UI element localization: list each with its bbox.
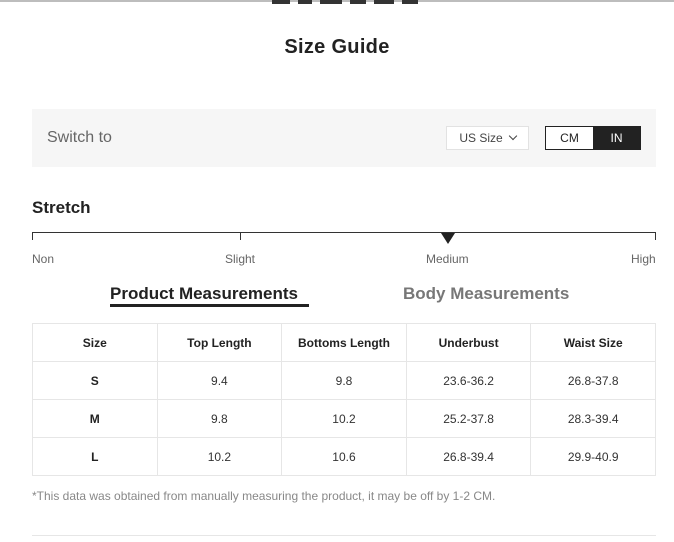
stretch-label-medium: Medium: [426, 252, 469, 266]
table-header-row: Size Top Length Bottoms Length Underbust…: [32, 323, 656, 362]
unit-switch-bar: Switch to US Size CM IN: [32, 109, 656, 167]
header-size: Size: [32, 323, 158, 362]
stretch-title: Stretch: [32, 198, 91, 217]
cell-top-length: 10.2: [156, 437, 283, 476]
cell-bottoms-length: 10.2: [281, 399, 407, 438]
table-row: L 10.2 10.6 26.8-39.4 29.9-40.9: [32, 437, 656, 476]
tab-product-measurements[interactable]: Product Measurements: [110, 284, 298, 304]
tab-body-measurements[interactable]: Body Measurements: [403, 284, 569, 304]
header-bottoms-length: Bottoms Length: [281, 323, 407, 362]
cell-top-length: 9.4: [156, 361, 283, 400]
measurements-table: Size Top Length Bottoms Length Underbust…: [32, 323, 656, 476]
cell-size: L: [32, 437, 158, 476]
page-title: Size Guide: [284, 36, 390, 58]
measurement-disclaimer: *This data was obtained from manually me…: [32, 489, 496, 503]
switch-label: Switch to: [47, 129, 112, 146]
stretch-scale-line: [32, 232, 656, 233]
unit-cm-button[interactable]: CM: [546, 127, 593, 149]
stretch-label-slight: Slight: [225, 252, 256, 266]
stretch-tick-high: [655, 232, 656, 240]
header-waist-size: Waist Size: [530, 323, 656, 362]
chevron-down-icon: [508, 131, 517, 141]
size-system-value: US Size: [459, 131, 503, 145]
stretch-tick-non: [32, 232, 33, 240]
cell-underbust: 26.8-39.4: [405, 437, 532, 476]
header-top-length: Top Length: [156, 323, 283, 362]
cell-underbust: 23.6-36.2: [405, 361, 532, 400]
cell-size: S: [32, 361, 158, 400]
bottom-divider: [32, 535, 656, 536]
active-tab-underline: [110, 304, 309, 307]
cell-waist-size: 29.9-40.9: [530, 437, 656, 476]
table-row: S 9.4 9.8 23.6-36.2 26.8-37.8: [32, 361, 656, 400]
cell-waist-size: 28.3-39.4: [530, 399, 656, 438]
cell-bottoms-length: 10.6: [281, 437, 407, 476]
stretch-tick-slight: [240, 232, 241, 240]
header-underbust: Underbust: [405, 323, 532, 362]
cell-underbust: 25.2-37.8: [405, 399, 532, 438]
cell-top-length: 9.8: [156, 399, 283, 438]
stretch-label-non: Non: [32, 252, 55, 266]
unit-toggle: CM IN: [545, 126, 641, 150]
size-system-dropdown[interactable]: US Size: [446, 126, 529, 150]
table-row: M 9.8 10.2 25.2-37.8 28.3-39.4: [32, 399, 656, 438]
stretch-marker-icon: [441, 233, 455, 244]
cell-bottoms-length: 9.8: [281, 361, 407, 400]
unit-in-button[interactable]: IN: [593, 127, 640, 149]
stretch-label-high: High: [631, 252, 656, 266]
logo-fragment: [272, 0, 420, 4]
cell-waist-size: 26.8-37.8: [530, 361, 656, 400]
cell-size: M: [32, 399, 158, 438]
